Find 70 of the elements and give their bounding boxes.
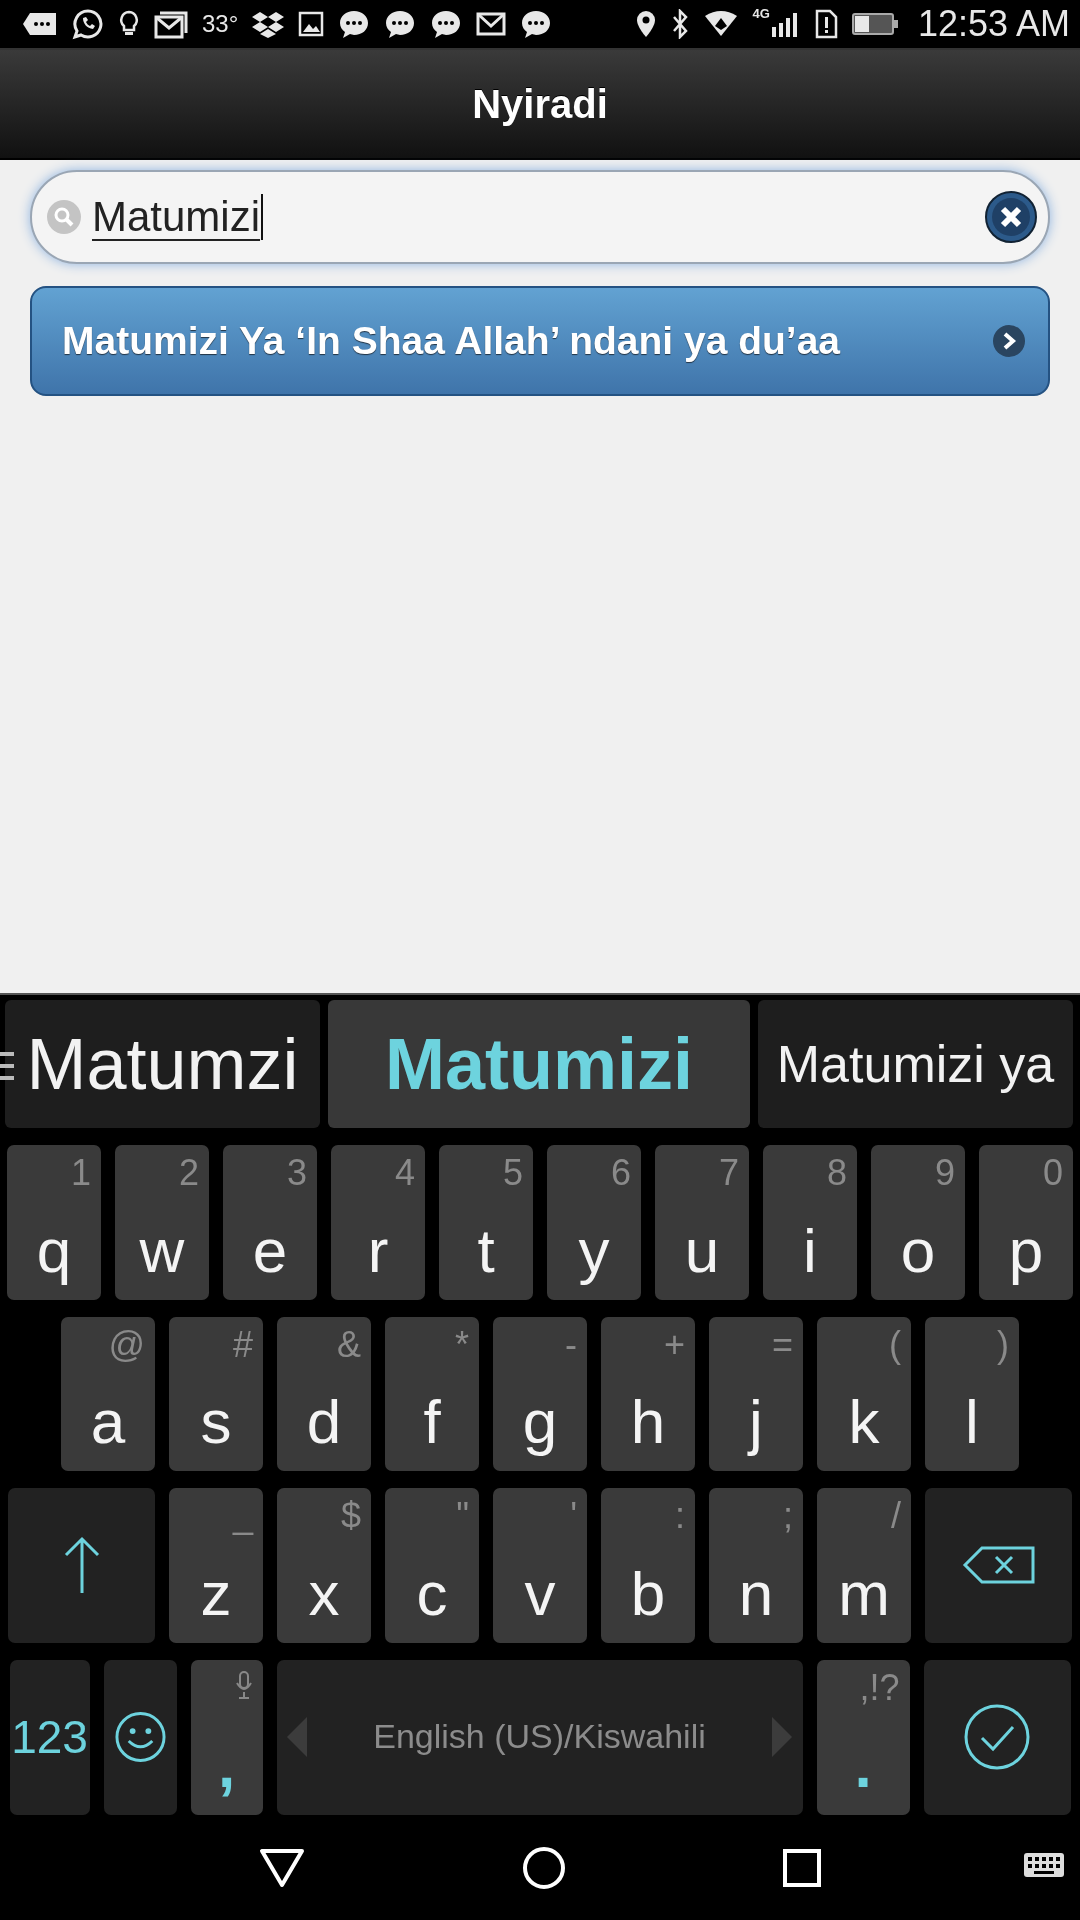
- search-field[interactable]: Matumizi: [30, 170, 1050, 264]
- letter-key[interactable]: 5 t: [439, 1144, 533, 1300]
- period-key[interactable]: ,!? .: [816, 1660, 910, 1815]
- letter-key[interactable]: - g: [493, 1316, 587, 1472]
- image-icon: [298, 11, 325, 37]
- suggestion-item[interactable]: Matumzi: [5, 1000, 320, 1128]
- letter-key[interactable]: 6 y: [547, 1144, 641, 1300]
- battery-icon: [851, 12, 898, 36]
- letter-key[interactable]: 0 p: [979, 1144, 1073, 1300]
- drag-handle-icon: [0, 1050, 14, 1082]
- sim-alert-icon: [813, 9, 838, 39]
- network-type: 4G: [752, 6, 770, 21]
- boxes-icon: [252, 10, 285, 38]
- letter-key[interactable]: ( k: [817, 1316, 911, 1472]
- recents-icon[interactable]: [782, 1847, 822, 1888]
- enter-key[interactable]: [923, 1660, 1071, 1815]
- wifi-icon: [702, 10, 739, 38]
- letter-key[interactable]: : b: [601, 1488, 695, 1644]
- chat-bubble-icon: [430, 9, 463, 39]
- letter-key[interactable]: = j: [709, 1316, 803, 1472]
- phone-bubble-icon: [72, 8, 104, 40]
- letter-key[interactable]: + h: [601, 1316, 695, 1472]
- letter-key[interactable]: ; n: [709, 1488, 803, 1644]
- message-icon: [22, 11, 58, 37]
- letter-key[interactable]: * f: [385, 1316, 479, 1472]
- search-text: Matumizi: [92, 193, 261, 241]
- letter-key[interactable]: ) l: [925, 1316, 1019, 1472]
- suggestion-item[interactable]: Matumizi: [328, 1000, 750, 1128]
- location-pin-icon: [634, 9, 657, 39]
- backspace-icon: [961, 1544, 1036, 1585]
- smiley-icon: [113, 1709, 167, 1764]
- letter-key[interactable]: 4 r: [331, 1144, 425, 1300]
- emoji-key[interactable]: [103, 1660, 177, 1815]
- result-button[interactable]: Matumizi Ya ‘In Shaa Allah’ ndani ya du’aa: [30, 286, 1050, 396]
- search-icon: [46, 199, 82, 235]
- letter-key[interactable]: 8 i: [763, 1144, 857, 1300]
- envelope-stack-icon: [154, 9, 188, 39]
- symbols-key[interactable]: 123: [9, 1660, 90, 1815]
- letter-key[interactable]: @ a: [61, 1316, 155, 1472]
- backspace-key[interactable]: [925, 1488, 1072, 1644]
- home-icon[interactable]: [522, 1845, 566, 1890]
- letter-key[interactable]: 7 u: [655, 1144, 749, 1300]
- envelope-icon: [476, 11, 507, 37]
- clear-icon[interactable]: [984, 190, 1038, 244]
- letter-key[interactable]: $ x: [277, 1488, 371, 1644]
- letter-key[interactable]: _ z: [169, 1488, 263, 1644]
- chat-bubble-icon: [338, 9, 371, 39]
- chat-bubble-icon: [520, 9, 553, 39]
- letter-key[interactable]: 1 q: [7, 1144, 101, 1300]
- mic-icon: [234, 1670, 253, 1701]
- space-key[interactable]: English (US)/Kiswahili: [276, 1660, 803, 1815]
- suggestion-item[interactable]: Matumizi ya: [758, 1000, 1073, 1128]
- clock: 12:53 AM: [917, 3, 1070, 45]
- letter-key[interactable]: 2 w: [115, 1144, 209, 1300]
- chat-bubble-icon: [384, 9, 417, 39]
- letter-key[interactable]: # s: [169, 1316, 263, 1472]
- letter-key[interactable]: / m: [817, 1488, 911, 1644]
- arrow-right-icon: [772, 1716, 793, 1757]
- comma-key[interactable]: ,: [190, 1660, 263, 1815]
- letter-key[interactable]: 9 o: [871, 1144, 965, 1300]
- letter-key[interactable]: ' v: [493, 1488, 587, 1644]
- arrow-left-icon: [286, 1716, 307, 1757]
- letter-key[interactable]: 3 e: [223, 1144, 317, 1300]
- letter-key[interactable]: & d: [277, 1316, 371, 1472]
- bluetooth-icon: [670, 9, 689, 39]
- chevron-icon: [992, 324, 1026, 358]
- temperature: 33°: [202, 10, 239, 38]
- back-icon[interactable]: [258, 1846, 306, 1889]
- page-title: Nyiradi: [472, 81, 608, 127]
- letter-key[interactable]: " c: [385, 1488, 479, 1644]
